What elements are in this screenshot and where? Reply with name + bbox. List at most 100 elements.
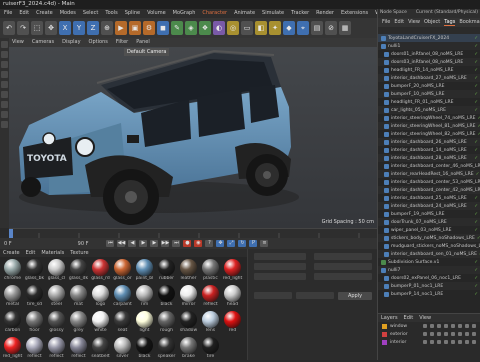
- object-manager-menu-item[interactable]: Object: [424, 19, 440, 26]
- end-frame[interactable]: 90 F: [78, 241, 89, 247]
- material-swatch[interactable]: glass_bk: [24, 259, 45, 284]
- visibility-check-icon[interactable]: ✓: [474, 60, 480, 65]
- visibility-check-icon[interactable]: ✓: [474, 44, 480, 49]
- material-swatch[interactable]: seatbelt: [90, 337, 111, 362]
- material-swatch[interactable]: head: [222, 285, 243, 310]
- axis-mode-icon[interactable]: [1, 91, 8, 98]
- visibility-check-icon[interactable]: ✓: [474, 84, 480, 89]
- visibility-check-icon[interactable]: ✓: [476, 172, 480, 177]
- move-tool-icon[interactable]: ✥: [45, 21, 57, 35]
- object-manager-menu-item[interactable]: Tags: [444, 19, 456, 26]
- timeline-options-icon[interactable]: ≡: [260, 240, 269, 247]
- material-swatch[interactable]: leather: [178, 259, 199, 284]
- object-row[interactable]: headlight_FR_01_noMS_LRE ✓: [378, 98, 480, 106]
- next-frame-icon[interactable]: ▶: [150, 240, 159, 247]
- object-row[interactable]: interior_rearHeadRest_16_noMS_LRE ✓: [378, 170, 480, 178]
- render-picture-viewer-icon[interactable]: ▣: [129, 21, 141, 35]
- object-row[interactable]: interior_dashboard_center_53_noMS_LRE✓: [378, 178, 480, 186]
- material-swatch[interactable]: red_light: [222, 259, 243, 284]
- object-row[interactable]: car_lights_05_noMS_LRE ✓: [378, 106, 480, 114]
- material-swatch[interactable]: floor: [24, 311, 45, 336]
- layer-toggle-icon[interactable]: [430, 332, 434, 336]
- layer-toggle-icon[interactable]: [465, 332, 469, 336]
- material-swatch[interactable]: rubber: [156, 259, 177, 284]
- object-row[interactable]: doors02_exPanel_06_noc1_LRE ✓: [378, 274, 480, 282]
- scale-key-icon[interactable]: ⤢: [227, 240, 236, 247]
- select-tool-icon[interactable]: ⬚: [31, 21, 43, 35]
- undo-icon[interactable]: ↶: [3, 21, 15, 35]
- object-row[interactable]: bumperP_14_noc1_LRE ✓: [378, 290, 480, 298]
- prev-key-icon[interactable]: ◀◀: [117, 240, 126, 247]
- visibility-check-icon[interactable]: ✓: [474, 92, 480, 97]
- attr-field[interactable]: [314, 253, 372, 260]
- viewport-menu-item[interactable]: Filter: [116, 39, 128, 46]
- material-swatch[interactable]: rough: [156, 311, 177, 336]
- menu-item[interactable]: Simulate: [262, 10, 284, 17]
- material-swatch[interactable]: brake: [178, 337, 199, 362]
- material-swatch[interactable]: red: [222, 311, 243, 336]
- layer-toggle-icon[interactable]: [423, 324, 427, 328]
- visibility-check-icon[interactable]: ✓: [474, 108, 480, 113]
- visibility-check-icon[interactable]: ✓: [474, 76, 480, 81]
- object-row[interactable]: interior_steeringWheel_81_noMS_LRE ✓: [378, 122, 480, 130]
- layers-menu-item[interactable]: View: [419, 315, 431, 321]
- visibility-check-icon[interactable]: ✓: [474, 292, 480, 297]
- material-swatch[interactable]: paint_bl: [134, 259, 155, 284]
- go-to-end-icon[interactable]: ⏭: [172, 240, 181, 247]
- attr-field[interactable]: [314, 263, 372, 270]
- menu-item[interactable]: Extensions: [341, 10, 368, 17]
- coordinate-system-icon[interactable]: ⊕: [101, 21, 113, 35]
- object-row[interactable]: bumperF_10_noMS_LRE ✓: [378, 90, 480, 98]
- viewport-menu-item[interactable]: Options: [89, 39, 108, 46]
- layer-toggle-icon[interactable]: [472, 324, 476, 328]
- play-icon[interactable]: ▶: [139, 240, 148, 247]
- visibility-check-icon[interactable]: ✓: [474, 260, 480, 265]
- menu-item[interactable]: Volume: [147, 10, 166, 17]
- material-swatch[interactable]: black: [134, 337, 155, 362]
- visibility-check-icon[interactable]: ✓: [474, 36, 480, 41]
- menu-item[interactable]: Render: [316, 10, 334, 17]
- layer-toggle-icon[interactable]: [451, 332, 455, 336]
- material-swatch[interactable]: grey: [68, 311, 89, 336]
- material-menu-item[interactable]: Materials: [41, 250, 64, 256]
- menu-item[interactable]: Create: [36, 10, 53, 17]
- polygons-mode-icon[interactable]: [1, 71, 8, 78]
- viewport-menu-item[interactable]: Cameras: [32, 39, 54, 46]
- attr-field[interactable]: [254, 273, 306, 280]
- layer-toggle-icon[interactable]: [451, 340, 455, 344]
- object-row[interactable]: interior_dashboard_27_noMS_LRE ✓: [378, 74, 480, 82]
- field-icon[interactable]: ◎: [227, 21, 239, 35]
- material-swatch[interactable]: plastic: [200, 259, 221, 284]
- material-swatch[interactable]: reflect: [68, 337, 89, 362]
- material-swatch[interactable]: glass_dk: [68, 259, 89, 284]
- attr-field[interactable]: [314, 273, 372, 280]
- viewport-menu-item[interactable]: Display: [62, 39, 80, 46]
- material-swatch[interactable]: tire: [200, 337, 221, 362]
- object-search-bar[interactable]: [378, 27, 480, 34]
- workplane-icon[interactable]: ▤: [311, 21, 323, 35]
- menu-item[interactable]: Select: [83, 10, 98, 17]
- keyframe-selection-icon[interactable]: ?: [205, 240, 214, 247]
- attr-field[interactable]: [254, 263, 306, 270]
- redo-icon[interactable]: ↷: [17, 21, 29, 35]
- object-row[interactable]: mudguard_stickers_noMS_noShadows_LRE✓: [378, 242, 480, 250]
- menu-item[interactable]: Tracker: [291, 10, 309, 17]
- object-row[interactable]: bumperF_19_noMS_LRE ✓: [378, 210, 480, 218]
- current-frame[interactable]: 0 F: [4, 241, 12, 247]
- layer-toggle-icon[interactable]: [444, 324, 448, 328]
- camera-label[interactable]: Default Camera: [124, 48, 170, 56]
- material-menu-item[interactable]: Edit: [26, 250, 36, 256]
- visibility-check-icon[interactable]: ✓: [474, 148, 480, 153]
- object-row[interactable]: wiper_panel_03_noMS_LRE ✓: [378, 226, 480, 234]
- object-row[interactable]: interior_dashboard_14_noMS_LRE ✓: [378, 146, 480, 154]
- layer-toggle-icon[interactable]: [423, 332, 427, 336]
- material-swatch[interactable]: metal: [2, 285, 23, 310]
- visibility-check-icon[interactable]: ✓: [474, 140, 480, 145]
- layer-color-swatch[interactable]: [382, 323, 387, 329]
- cloner-icon[interactable]: ❖: [199, 21, 211, 35]
- points-mode-icon[interactable]: [1, 51, 8, 58]
- uv-mode-icon[interactable]: [1, 81, 8, 88]
- param-key-icon[interactable]: P: [249, 240, 258, 247]
- material-swatch[interactable]: reflect: [200, 285, 221, 310]
- object-row[interactable]: bumperP_01_noc1_LRE ✓: [378, 282, 480, 290]
